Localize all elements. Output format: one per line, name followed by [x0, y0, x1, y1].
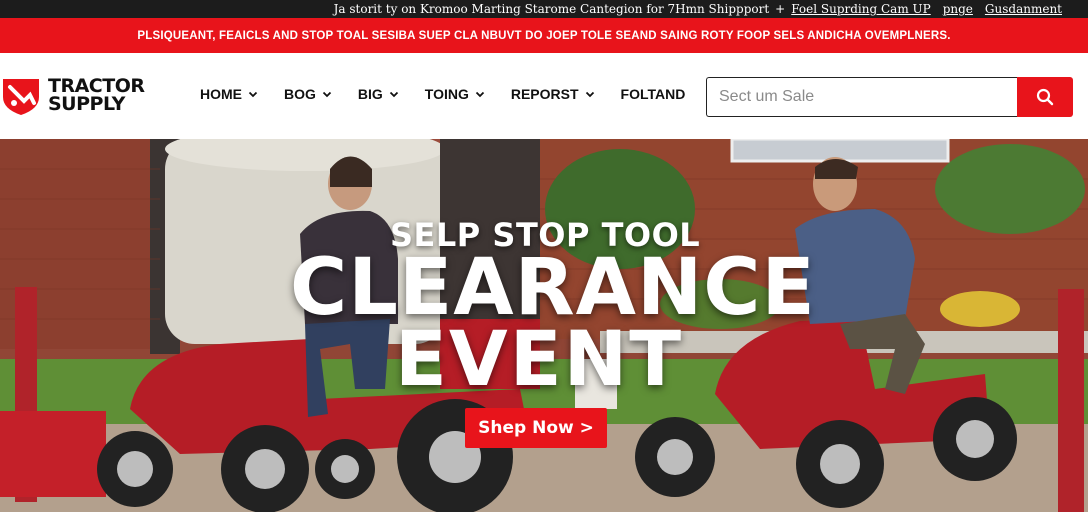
top-utility-bar: Ja storit ty on Kromoo Marting Starome C…: [0, 0, 1088, 18]
brand-logo[interactable]: TRACTOR SUPPLY: [0, 73, 145, 117]
search-icon: [1036, 88, 1054, 106]
search-button[interactable]: [1017, 77, 1073, 117]
topbar-link-1[interactable]: Foel Suprding Cam UP: [791, 2, 930, 16]
nav-item-label: HOME: [200, 86, 242, 102]
topbar-text: Ja storit ty on Kromoo Marting Starome C…: [333, 2, 770, 16]
chevron-down-icon: [248, 91, 258, 98]
nav-item-bog[interactable]: BOG: [284, 86, 332, 102]
hero-photo: [0, 139, 1088, 512]
topbar-link-3[interactable]: Gusdanment: [985, 2, 1062, 16]
promo-banner[interactable]: PLSIQUEANT, FEAICLS AND STOP TOAL SESIBA…: [0, 18, 1088, 53]
topbar-link-2[interactable]: pnge: [943, 2, 973, 16]
chevron-down-icon: [322, 91, 332, 98]
nav-item-label: TOING: [424, 86, 469, 102]
search-bar: [706, 77, 1073, 117]
search-input[interactable]: [706, 77, 1017, 117]
nav-item-home[interactable]: HOME: [200, 86, 258, 102]
nav-item-reporst[interactable]: REPORST: [511, 86, 595, 102]
nav-item-big[interactable]: BIG: [358, 86, 399, 102]
promo-text: PLSIQUEANT, FEAICLS AND STOP TOAL SESIBA…: [137, 29, 951, 42]
tractor-supply-logo-icon: [3, 79, 39, 115]
chevron-down-icon: [585, 91, 594, 98]
nav-item-label: BIG: [357, 86, 383, 102]
logo-wordmark: TRACTOR SUPPLY: [48, 77, 145, 115]
hero-banner: SELP STOP TOOL CLEARANCE EVENT Shep Now …: [0, 139, 1088, 512]
nav-item-label: FOLTAND: [620, 86, 686, 102]
chevron-down-icon: [389, 91, 398, 98]
main-nav: HOME BOG BIG TOING REPORST FOLTAND: [200, 86, 711, 102]
site-header: TRACTOR SUPPLY HOME BOG BIG TOING REPORS…: [0, 53, 1088, 139]
nav-item-foltand[interactable]: FOLTAND: [621, 86, 686, 102]
logo-line-2: SUPPLY: [48, 93, 125, 115]
chevron-down-icon: [475, 91, 484, 98]
shop-now-button[interactable]: Shep Now >: [465, 408, 607, 448]
nav-item-toing[interactable]: TOING: [425, 86, 485, 102]
nav-item-label: BOG: [284, 86, 316, 102]
nav-item-label: REPORST: [510, 86, 579, 102]
